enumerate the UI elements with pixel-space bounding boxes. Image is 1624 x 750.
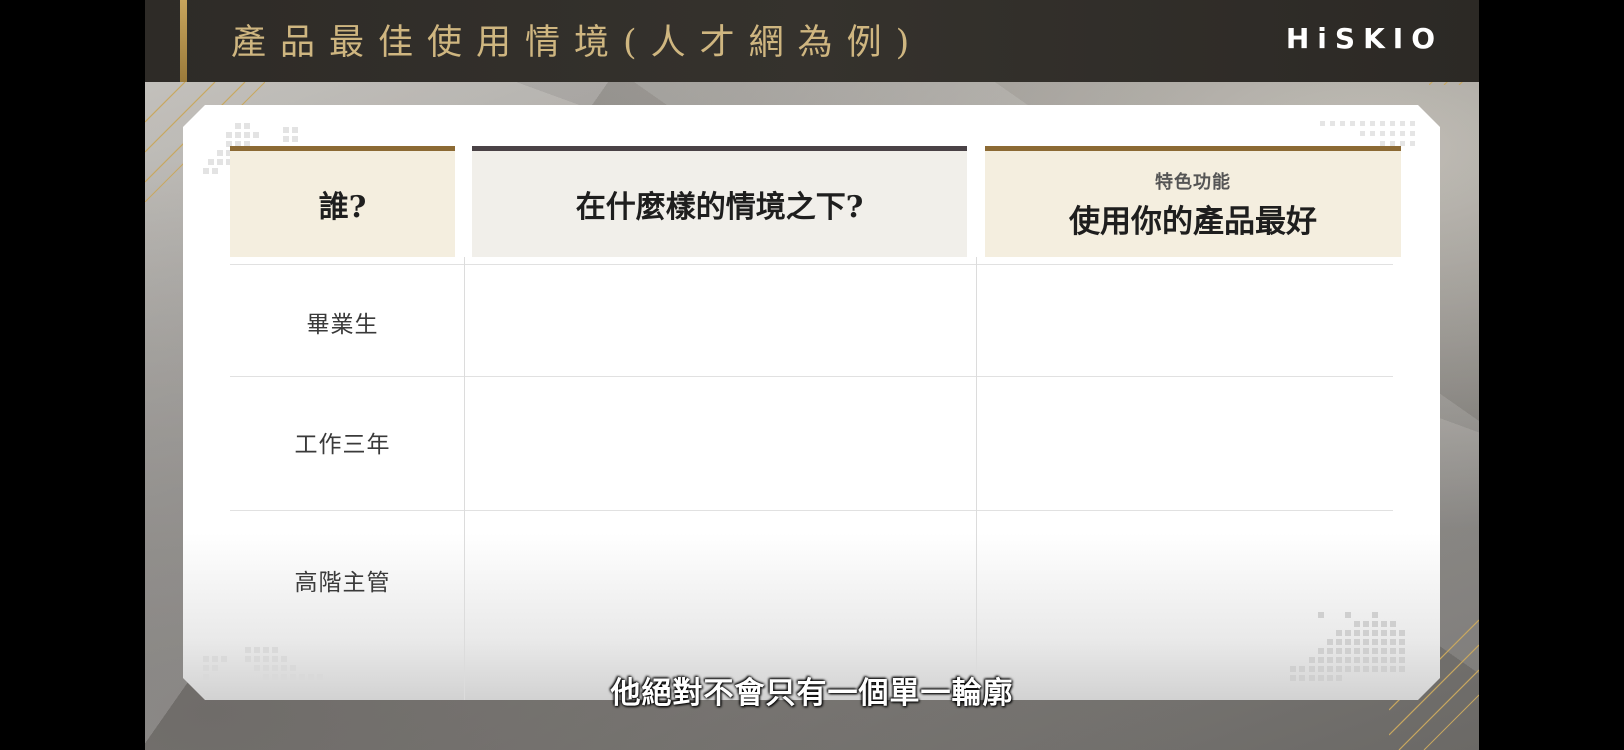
content-card: 誰? 在什麼樣的情境之下? 特色功能 使用你的產品最好 畢業生 工作三年 高階主… xyxy=(183,105,1440,700)
header-who: 誰? xyxy=(230,146,455,257)
video-subtitle: 他絕對不會只有一個單一輪廓 xyxy=(610,676,1014,711)
row-label-three-years: 工作三年 xyxy=(294,432,391,458)
header-who-label: 誰? xyxy=(318,190,367,225)
row-label-senior-manager: 高階主管 xyxy=(294,570,391,596)
row-divider xyxy=(230,264,1393,265)
header-feature: 特色功能 使用你的產品最好 xyxy=(985,146,1401,257)
title-accent-bar xyxy=(180,0,187,82)
slide-title: 產品最佳使用情境(人才網為例) xyxy=(231,23,924,63)
header-feature-label: 使用你的產品最好 xyxy=(1069,203,1317,240)
header-situation: 在什麼樣的情境之下? xyxy=(472,146,967,257)
slide-stage: 產品最佳使用情境(人才網為例) HiSKIO 誰? 在什麼樣的情境之下? 特色功… xyxy=(145,0,1479,750)
title-bar: 產品最佳使用情境(人才網為例) HiSKIO xyxy=(145,0,1479,82)
header-feature-subtitle: 特色功能 xyxy=(1155,171,1231,193)
row-label-graduate: 畢業生 xyxy=(306,312,379,338)
hiskio-logo: HiSKIO xyxy=(1285,22,1443,55)
header-situation-label: 在什麼樣的情境之下? xyxy=(575,190,864,225)
row-divider xyxy=(230,376,1393,377)
row-divider xyxy=(230,510,1393,511)
